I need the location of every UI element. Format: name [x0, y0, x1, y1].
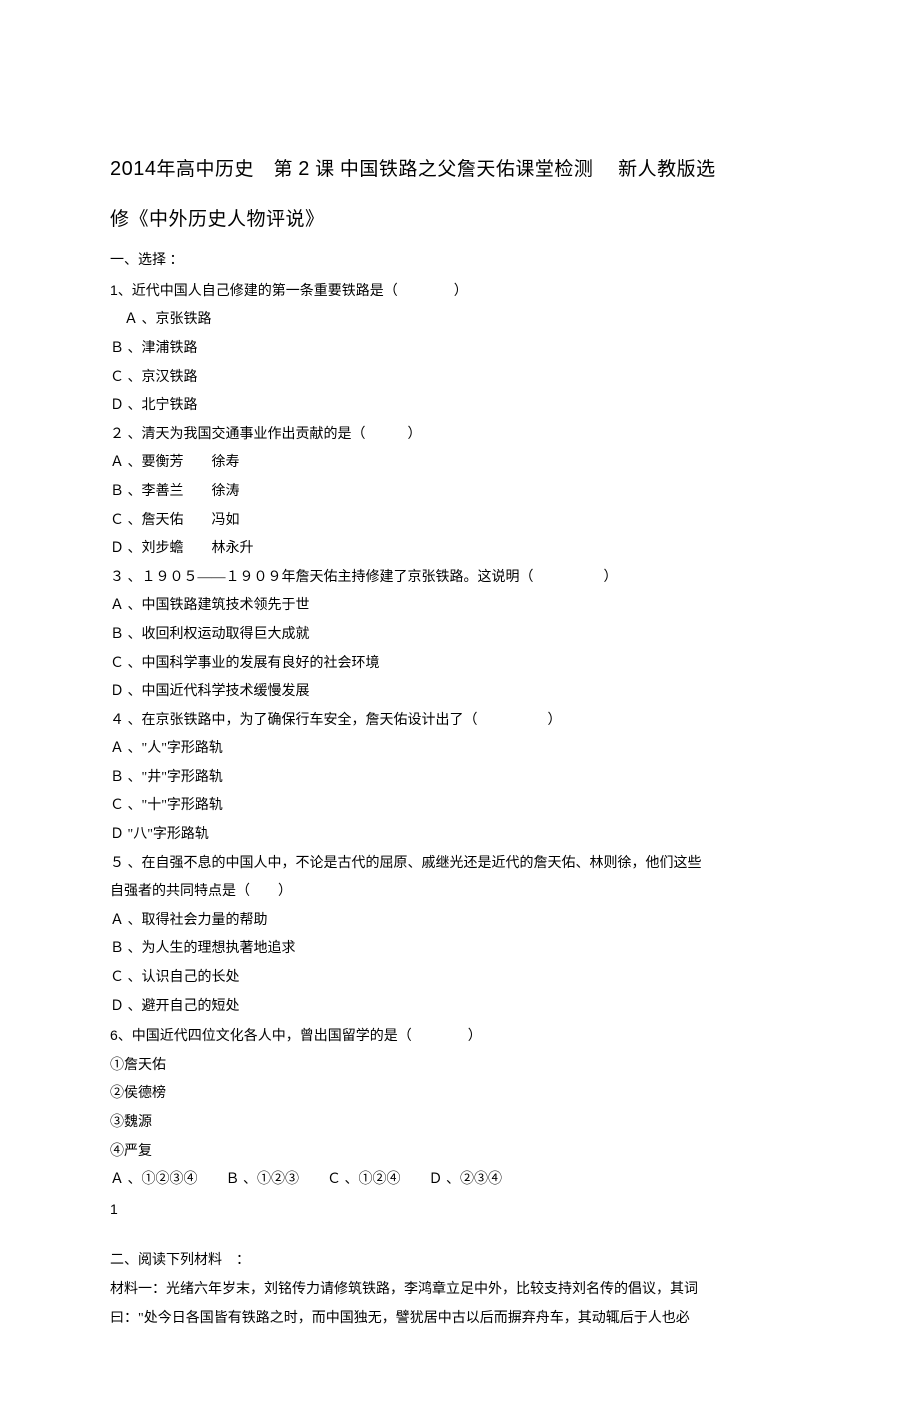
q2-stem: ２ 、清天为我国交通事业作出贡献的是（ ）: [110, 422, 810, 449]
q3-option-c: Ｃ 、中国科学事业的发展有良好的社会环境: [110, 651, 810, 678]
year-2014: 2014: [110, 158, 157, 180]
q1-option-b: Ｂ 、津浦铁路: [110, 336, 810, 363]
doc-title-line1: 2014年高中历史 第 2 课 中国铁路之父詹天佑课堂检测 新人教版选: [110, 150, 810, 188]
q2-option-c: Ｃ 、詹天佑 冯如: [110, 508, 810, 535]
blank-spacer: [110, 1222, 810, 1246]
q6-number: 6: [110, 1027, 118, 1043]
q3-stem: ３ 、１９０５——１９０９年詹天佑主持修建了京张铁路。这说明（ ）: [110, 565, 810, 592]
q6-text: 、中国近代四位文化各人中，曾出国留学的是（ ）: [118, 1029, 482, 1044]
q3-option-d: Ｄ 、中国近代科学技术缓慢发展: [110, 679, 810, 706]
q2-option-d: Ｄ 、刘步蟾 林永升: [110, 536, 810, 563]
q2-option-a: Ａ 、要衡芳 徐寿: [110, 450, 810, 477]
section-2-header: 二、阅读下列材料 ：: [110, 1248, 810, 1275]
q6-circled-4: ④严复: [110, 1139, 810, 1166]
lesson-num: 2: [298, 158, 310, 180]
q5-option-c: Ｃ 、认识自己的长处: [110, 965, 810, 992]
q5-stem-line2: 自强者的共同特点是（ ）: [110, 879, 810, 906]
q5-option-d: Ｄ 、避开自己的短处: [110, 994, 810, 1021]
q5-option-a: Ａ 、取得社会力量的帮助: [110, 908, 810, 935]
q6-circled-1: ①詹天佑: [110, 1053, 810, 1080]
q6-circled-3: ③魏源: [110, 1110, 810, 1137]
q3-option-a: Ａ 、中国铁路建筑技术领先于世: [110, 593, 810, 620]
title-suffix: 课 中国铁路之父詹天佑课堂检测 新人教版选: [310, 159, 716, 180]
q5-option-b: Ｂ 、为人生的理想执著地追求: [110, 936, 810, 963]
page-number: 1: [110, 1196, 810, 1223]
q5-stem-line1: ５ 、在自强不息的中国人中，不论是古代的屈原、戚继光还是近代的詹天佑、林则徐，他…: [110, 851, 810, 878]
q3-option-b: Ｂ 、收回利权运动取得巨大成就: [110, 622, 810, 649]
q4-option-c: Ｃ 、"十"字形路轨: [110, 793, 810, 820]
q6-stem: 6、中国近代四位文化各人中，曾出国留学的是（ ）: [110, 1022, 810, 1051]
q1-option-a: Ａ 、京张铁路: [110, 307, 810, 334]
q6-choices: Ａ 、①②③④ Ｂ 、①②③ Ｃ 、①②④ Ｄ 、②③④: [110, 1167, 810, 1194]
q4-option-a: Ａ 、"人"字形路轨: [110, 736, 810, 763]
q1-stem: 1、近代中国人自己修建的第一条重要铁路是（ ）: [110, 277, 810, 306]
title-mid: 年高中历史 第: [157, 159, 299, 180]
q1-text: 、近代中国人自己修建的第一条重要铁路是（ ）: [118, 284, 468, 299]
q4-stem: ４ 、在京张铁路中，为了确保行车安全，詹天佑设计出了（ ）: [110, 708, 810, 735]
material-1-line2: 曰："处今日各国皆有铁路之时，而中国独无，譬犹居中古以后而摒弃舟车，其动辄后于人…: [110, 1306, 810, 1333]
q1-option-d: Ｄ 、北宁铁路: [110, 393, 810, 420]
q1-number: 1: [110, 282, 118, 298]
q2-option-b: Ｂ 、李善兰 徐涛: [110, 479, 810, 506]
q1-option-c: Ｃ 、京汉铁路: [110, 365, 810, 392]
material-1-line1: 材料一：光绪六年岁末，刘铭传力请修筑铁路，李鸿章立足中外，比较支持刘名传的倡议，…: [110, 1277, 810, 1304]
q4-option-b: Ｂ 、"井"字形路轨: [110, 765, 810, 792]
section-1-header: 一、选择 ：: [110, 248, 810, 275]
q4-option-d: Ｄ "八"字形路轨: [110, 822, 810, 849]
q6-circled-2: ②侯德榜: [110, 1081, 810, 1108]
doc-title-line2: 修《中外历史人物评说》: [110, 202, 810, 238]
